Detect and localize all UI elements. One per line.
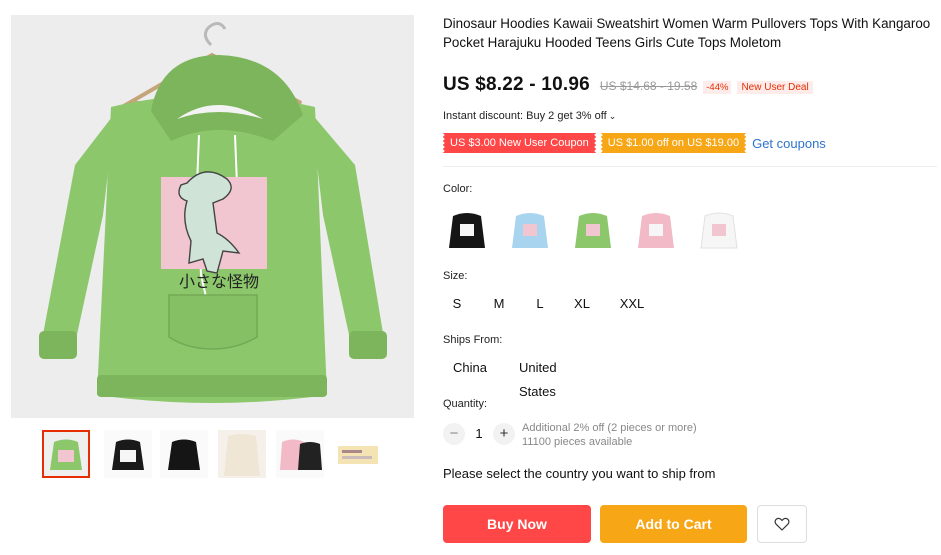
store-coupon[interactable]: US $1.00 off on US $19.00 — [600, 133, 747, 153]
color-option-black[interactable] — [443, 204, 491, 252]
size-option-s[interactable]: S — [449, 292, 465, 316]
size-label: Size: — [443, 270, 468, 282]
buy-now-button[interactable]: Buy Now — [443, 505, 591, 543]
new-user-deal-badge: New User Deal — [737, 81, 813, 94]
hoodie-illustration: 小さな怪物 — [11, 15, 414, 418]
instant-discount-text: Instant discount: Buy 2 get 3% off — [443, 110, 607, 122]
thumbnail-green[interactable] — [42, 430, 90, 478]
bulk-discount-note: Additional 2% off (2 pieces or more) — [522, 422, 697, 434]
thumbnail-black-plain[interactable] — [160, 430, 208, 478]
quantity-plus-button[interactable]: + — [493, 423, 515, 445]
chevron-down-icon: ⌄ — [608, 111, 617, 121]
size-option-m[interactable]: M — [490, 292, 508, 316]
divider — [443, 166, 937, 167]
thumbnail-pink-set[interactable] — [276, 430, 324, 478]
quantity-minus-button[interactable]: − — [443, 423, 465, 445]
shipping-message: Please select the country you want to sh… — [443, 466, 716, 481]
wishlist-button[interactable] — [757, 505, 807, 543]
stock-available: 11100 pieces available — [522, 436, 633, 448]
product-title: Dinosaur Hoodies Kawaii Sweatshirt Women… — [443, 16, 931, 50]
quantity-info: Additional 2% off (2 pieces or more) 111… — [522, 421, 697, 449]
size-option-l[interactable]: L — [533, 292, 547, 316]
discount-badge: -44% — [703, 81, 732, 94]
quantity-value[interactable]: 1 — [472, 422, 486, 446]
hoodie-print-caption: 小さな怪物 — [179, 272, 259, 291]
original-price: US $14.68 - 19.58 — [599, 79, 698, 93]
size-option-xxl[interactable]: XXL — [619, 292, 645, 316]
size-option-xl[interactable]: XL — [572, 292, 592, 316]
price-row: US $8.22 - 10.96 US $14.68 - 19.58 -44% … — [443, 74, 813, 96]
add-to-cart-button[interactable]: Add to Cart — [600, 505, 747, 543]
coupon-row: US $3.00 New User Coupon US $1.00 off on… — [443, 133, 826, 153]
color-option-pink[interactable] — [632, 204, 680, 252]
color-option-blue[interactable] — [506, 204, 554, 252]
color-option-green[interactable] — [569, 204, 617, 252]
ships-from-china[interactable]: China — [453, 356, 487, 380]
thumbnail-black[interactable] — [104, 430, 152, 478]
color-label: Color: — [443, 183, 473, 195]
ships-from-united-states[interactable]: United States — [519, 356, 557, 399]
quantity-label: Quantity: — [443, 398, 488, 410]
get-coupons-link[interactable]: Get coupons — [752, 136, 826, 151]
ships-from-label: Ships From: — [443, 334, 503, 346]
color-option-white[interactable] — [695, 204, 743, 252]
current-price: US $8.22 - 10.96 — [443, 74, 590, 95]
thumbnail-cream[interactable] — [218, 430, 266, 478]
heart-icon — [774, 517, 790, 531]
new-user-coupon[interactable]: US $3.00 New User Coupon — [443, 133, 596, 153]
main-product-image[interactable]: 小さな怪物 — [11, 15, 414, 418]
instant-discount[interactable]: Instant discount: Buy 2 get 3% off ⌄ — [443, 110, 616, 122]
thumbnail-label[interactable] — [334, 430, 382, 478]
